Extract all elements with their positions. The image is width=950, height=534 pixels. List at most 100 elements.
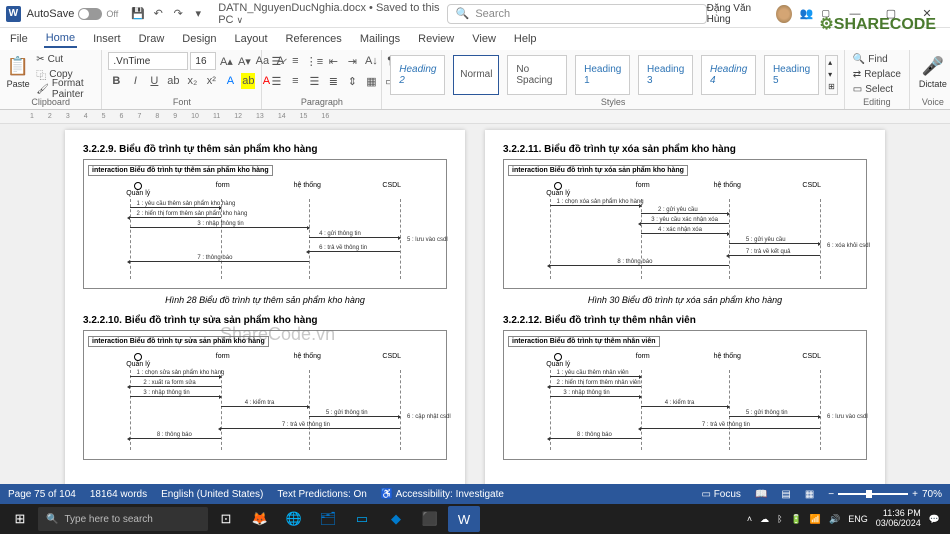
text-effects-icon[interactable]: A	[222, 73, 238, 89]
onedrive-icon[interactable]: ☁	[760, 514, 769, 525]
taskbar-search[interactable]: 🔍Type here to search	[38, 507, 208, 531]
replace-button[interactable]: ⇄Replace	[851, 67, 903, 81]
tray-chevron-icon[interactable]: ˄	[747, 514, 752, 524]
taskbar-app-2[interactable]: 🌐	[278, 506, 310, 532]
autosave-toggle[interactable]: AutoSave Off	[27, 8, 119, 20]
language-indicator[interactable]: English (United States)	[161, 489, 263, 500]
style-heading1[interactable]: Heading 1	[575, 55, 630, 95]
qat-dropdown-icon[interactable]: ▾	[190, 6, 206, 22]
increase-indent-icon[interactable]: ⇥	[344, 53, 360, 69]
align-left-icon[interactable]: ☰	[268, 73, 284, 89]
style-heading3[interactable]: Heading 3	[638, 55, 693, 95]
focus-mode[interactable]: ▭ Focus	[701, 489, 740, 500]
bold-icon[interactable]: B	[108, 73, 124, 89]
taskbar-app-4[interactable]: ▭	[346, 506, 378, 532]
tab-layout[interactable]: Layout	[233, 31, 270, 47]
strike-icon[interactable]: ab	[165, 73, 181, 89]
battery-icon[interactable]: 🔋	[791, 514, 802, 525]
accessibility-check[interactable]: ♿ Accessibility: Investigate	[381, 489, 504, 500]
language-indicator[interactable]: ENG	[848, 514, 868, 524]
page-left[interactable]: 3.2.2.9. Biểu đồ trình tự thêm sản phẩm …	[65, 130, 465, 514]
user-name[interactable]: Đặng Văn Hùng	[707, 3, 769, 25]
sort-icon[interactable]: A↓	[363, 53, 379, 69]
start-button[interactable]: ⊞	[4, 506, 36, 532]
undo-icon[interactable]: ↶	[150, 6, 166, 22]
search-box[interactable]: 🔍 Search	[447, 4, 707, 24]
style-heading4[interactable]: Heading 4	[701, 55, 756, 95]
superscript-icon[interactable]: x²	[203, 73, 219, 89]
style-normal[interactable]: Normal	[453, 55, 499, 95]
taskbar-app-6[interactable]: ⬛	[414, 506, 446, 532]
taskbar-app-1[interactable]: 🦊	[244, 506, 276, 532]
view-web-icon[interactable]: ▦	[805, 489, 814, 500]
style-heading5[interactable]: Heading 5	[764, 55, 819, 95]
font-size-select[interactable]: 16	[190, 52, 216, 70]
autosave-label: AutoSave	[27, 8, 75, 20]
cut-button[interactable]: ✂Cut	[34, 52, 95, 66]
decrease-indent-icon[interactable]: ⇤	[325, 53, 341, 69]
volume-icon[interactable]: 🔊	[829, 514, 840, 525]
taskbar-app-3[interactable]: 🗂	[312, 506, 344, 532]
style-heading2[interactable]: Heading 2	[390, 55, 445, 95]
tab-references[interactable]: References	[284, 31, 344, 47]
taskbar-app-5[interactable]: ◆	[380, 506, 412, 532]
view-read-icon[interactable]: 📖	[755, 489, 767, 500]
page-right[interactable]: 3.2.2.11. Biểu đồ trình tự xóa sản phẩm …	[485, 130, 885, 514]
zoom-slider[interactable]: −+ 70%	[828, 489, 942, 500]
tab-design[interactable]: Design	[180, 31, 218, 47]
document-canvas[interactable]: 3.2.2.9. Biểu đồ trình tự thêm sản phẩm …	[0, 124, 950, 514]
shrink-font-icon[interactable]: A▾	[236, 53, 252, 69]
font-name-select[interactable]: .VnTime	[108, 52, 188, 70]
task-view-icon[interactable]: ⊡	[210, 506, 242, 532]
tab-home[interactable]: Home	[44, 30, 77, 48]
bluetooth-icon[interactable]: ᛒ	[777, 514, 782, 524]
format-painter-button[interactable]: 🖌Format Painter	[34, 82, 95, 96]
page-indicator[interactable]: Page 75 of 104	[8, 489, 76, 500]
word-count[interactable]: 18164 words	[90, 489, 147, 500]
document-title[interactable]: DATN_NguyenDucNghia.docx • Saved to this…	[218, 2, 446, 26]
clock[interactable]: 11:36 PM03/06/2024	[876, 509, 921, 529]
underline-icon[interactable]: U	[146, 73, 162, 89]
tab-view[interactable]: View	[470, 31, 498, 47]
system-tray[interactable]: ˄ ☁ ᛒ 🔋 📶 🔊 ENG 11:36 PM03/06/2024 💬	[747, 509, 946, 529]
user-avatar[interactable]	[776, 5, 792, 23]
tab-insert[interactable]: Insert	[91, 31, 123, 47]
line-spacing-icon[interactable]: ⇕	[344, 73, 360, 89]
tab-file[interactable]: File	[8, 31, 30, 47]
notifications-icon[interactable]: 💬	[929, 514, 940, 525]
toggle-switch-icon[interactable]	[78, 8, 102, 20]
bullets-icon[interactable]: ☰	[268, 53, 284, 69]
dictate-button[interactable]: 🎤Dictate	[916, 52, 950, 89]
teams-icon[interactable]: 👥	[800, 7, 814, 20]
italic-icon[interactable]: I	[127, 73, 143, 89]
tab-draw[interactable]: Draw	[137, 31, 167, 47]
styles-more[interactable]: ▴▾⊞	[825, 55, 838, 95]
tab-mailings[interactable]: Mailings	[358, 31, 402, 47]
zoom-level[interactable]: 70%	[922, 489, 942, 500]
multilevel-icon[interactable]: ⋮≡	[306, 53, 322, 69]
tab-review[interactable]: Review	[416, 31, 456, 47]
replace-icon: ⇄	[853, 69, 861, 80]
redo-icon[interactable]: ↷	[170, 6, 186, 22]
justify-icon[interactable]: ≣	[325, 73, 341, 89]
shading-icon[interactable]: ▦	[363, 73, 379, 89]
find-button[interactable]: 🔍Find	[851, 52, 903, 66]
select-button[interactable]: ▭Select	[851, 82, 903, 96]
search-icon: 🔍	[456, 7, 470, 20]
ruler[interactable]: 12345678910111213141516	[0, 110, 950, 124]
paste-button[interactable]: 📋 Paste	[6, 52, 30, 89]
tab-help[interactable]: Help	[512, 31, 539, 47]
grow-font-icon[interactable]: A▴	[218, 53, 234, 69]
save-icon[interactable]: 💾	[130, 6, 146, 22]
align-right-icon[interactable]: ☰	[306, 73, 322, 89]
numbering-icon[interactable]: ≡	[287, 53, 303, 69]
subscript-icon[interactable]: x₂	[184, 73, 200, 89]
wifi-icon[interactable]: 📶	[810, 514, 821, 525]
status-bar: Page 75 of 104 18164 words English (Unit…	[0, 484, 950, 504]
style-nospacing[interactable]: No Spacing	[507, 55, 567, 95]
view-print-icon[interactable]: ▤	[781, 489, 790, 500]
taskbar-word-icon[interactable]: W	[448, 506, 480, 532]
highlight-icon[interactable]: ab	[241, 73, 255, 89]
text-predictions[interactable]: Text Predictions: On	[277, 489, 366, 500]
align-center-icon[interactable]: ≡	[287, 73, 303, 89]
